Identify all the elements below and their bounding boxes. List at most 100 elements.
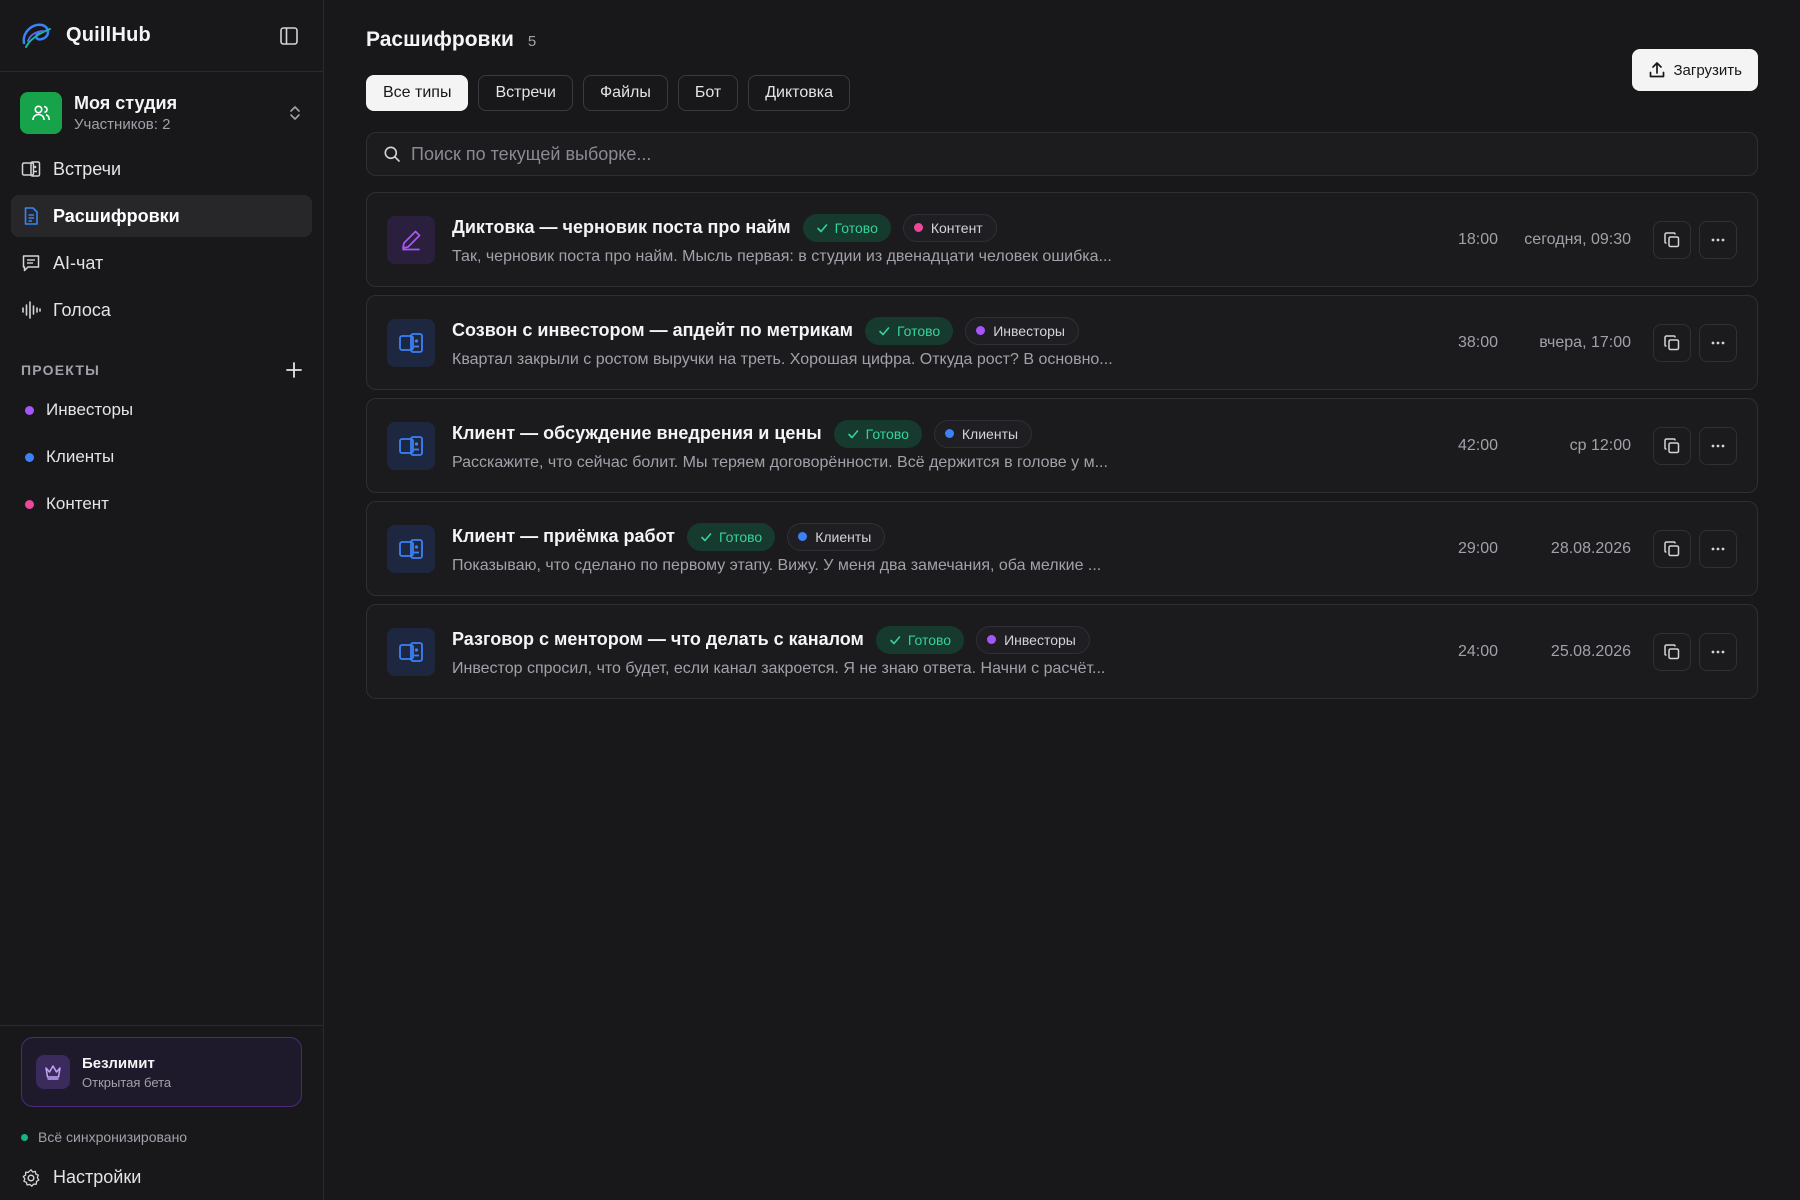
project-badge-label: Контент [930,219,983,236]
status-badge: Готово [686,522,776,551]
transcript-body: Клиент — обсуждение внедрения и цены Гот… [452,419,1436,472]
transcript-title: Созвон с инвестором — апдейт по метрикам [452,320,853,340]
project-item-investors[interactable]: Инвесторы [11,389,312,431]
workspace-members: Участников: 2 [74,116,171,133]
more-button[interactable] [1699,220,1737,259]
upload-label: Загрузить [1673,61,1743,79]
sidebar-header: QuillHub [0,0,323,72]
nav-label: Расшифровки [53,205,180,226]
status-label: Готово [718,528,763,545]
filter-all-types[interactable]: Все типы [366,75,469,111]
transcript-preview: Расскажите, что сейчас болит. Мы теряем … [452,453,1108,471]
status-badge: Готово [875,625,965,654]
settings-link[interactable]: Настройки [21,1167,302,1188]
transcript-date: вчера, 17:00 [1539,333,1631,351]
nav-label: AI-чат [53,252,104,273]
filter-files[interactable]: Файлы [583,75,668,111]
project-color-dot [25,405,34,415]
more-button[interactable] [1699,632,1737,671]
transcript-date: 28.08.2026 [1550,539,1631,557]
status-label: Готово [865,425,909,442]
transcript-row[interactable]: Разговор с ментором — что делать с канал… [366,604,1758,699]
meetings-icon [399,435,423,456]
upload-button[interactable]: Загрузить [1631,49,1758,91]
transcript-title: Разговор с ментором — что делать с канал… [452,629,864,649]
settings-label: Настройки [53,1167,142,1187]
more-horizontal-icon [1711,238,1725,241]
search-input[interactable] [411,143,1741,165]
users-icon [32,105,50,121]
transcript-title-line: Созвон с инвестором — апдейт по метрикам… [452,316,1436,345]
workspace-switcher[interactable]: Моя студия Участников: 2 [0,72,323,148]
transcript-actions [1653,323,1737,362]
nav-label: Голоса [53,299,111,320]
status-badge: Готово [864,316,954,345]
project-color-dot [25,452,34,462]
nav-item-meetings[interactable]: Встречи [11,148,312,190]
workspace-text: Моя студия Участников: 2 [74,93,275,133]
project-item-clients[interactable]: Клиенты [11,436,312,478]
copy-button[interactable] [1653,529,1691,568]
transcript-duration: 24:00 [1457,642,1498,660]
transcript-actions [1653,426,1737,465]
filter-dictation[interactable]: Диктовка [748,75,850,111]
project-badge: Клиенты [933,419,1033,448]
copy-button[interactable] [1653,220,1691,259]
project-label: Контент [46,494,109,513]
more-button[interactable] [1699,529,1737,568]
plan-card[interactable]: Безлимит Открытая бета [21,1037,302,1107]
transcript-row[interactable]: Созвон с инвестором — апдейт по метрикам… [366,295,1758,390]
transcripts-count: 5 [527,33,537,50]
chat-icon [22,255,40,272]
transcript-actions [1653,632,1737,671]
check-icon [847,429,858,438]
transcript-duration: 42:00 [1457,436,1498,454]
transcript-type-badge [387,524,435,573]
status-badge: Готово [833,419,922,448]
filter-meetings[interactable]: Встречи [478,75,573,111]
copy-icon [1664,231,1680,247]
sync-status-dot [21,1133,28,1141]
transcript-body: Созвон с инвестором — апдейт по метрикам… [452,316,1436,369]
project-color-dot [976,326,986,335]
transcript-title: Клиент — приёмка работ [452,526,675,546]
copy-button[interactable] [1653,323,1691,362]
toggle-sidebar-button[interactable] [275,22,303,50]
project-badge-label: Клиенты [815,528,872,545]
copy-button[interactable] [1653,426,1691,465]
status-label: Готово [896,322,941,339]
transcript-type-badge [387,421,435,470]
transcript-title-line: Клиент — обсуждение внедрения и цены Гот… [452,419,1436,448]
workspace-avatar [20,92,62,134]
transcript-date: сегодня, 09:30 [1524,230,1631,248]
plan-text: Безлимит Открытая бета [82,1055,171,1090]
more-button[interactable] [1699,426,1737,465]
nav-item-ai-chat[interactable]: AI-чат [11,242,312,284]
transcript-preview: Так, черновик поста про найм. Мысль перв… [452,247,1112,265]
transcript-row[interactable]: Клиент — обсуждение внедрения и цены Гот… [366,398,1758,493]
transcript-row[interactable]: Клиент — приёмка работ Готово Клиенты По… [366,501,1758,596]
transcript-preview: Квартал закрыли с ростом выручки на трет… [452,350,1113,368]
brand[interactable]: QuillHub [20,19,151,53]
main-nav: Встречи Расшифровки AI-чат Голоса [0,148,323,331]
nav-item-voices[interactable]: Голоса [11,289,312,331]
nav-item-transcripts[interactable]: Расшифровки [11,195,312,237]
project-item-content[interactable]: Контент [11,483,312,525]
chevron-up-down-icon [290,106,300,120]
plan-subtitle: Открытая бета [82,1074,172,1090]
add-project-icon[interactable] [285,361,303,379]
filter-bot[interactable]: Бот [677,75,739,111]
plan-title: Безлимит [82,1054,155,1072]
copy-button[interactable] [1653,632,1691,671]
transcript-row[interactable]: Диктовка — черновик поста про найм Готов… [366,192,1758,287]
more-button[interactable] [1699,323,1737,362]
meetings-icon [399,538,423,559]
check-icon [879,326,890,335]
project-label: Клиенты [46,447,115,466]
transcript-title-line: Клиент — приёмка работ Готово Клиенты [452,522,1436,551]
project-color-dot [987,635,997,644]
transcript-actions [1653,529,1737,568]
main-content: Расшифровки 5 Загрузить Все типы Встречи… [324,0,1800,1200]
transcript-date: 25.08.2026 [1550,642,1631,660]
